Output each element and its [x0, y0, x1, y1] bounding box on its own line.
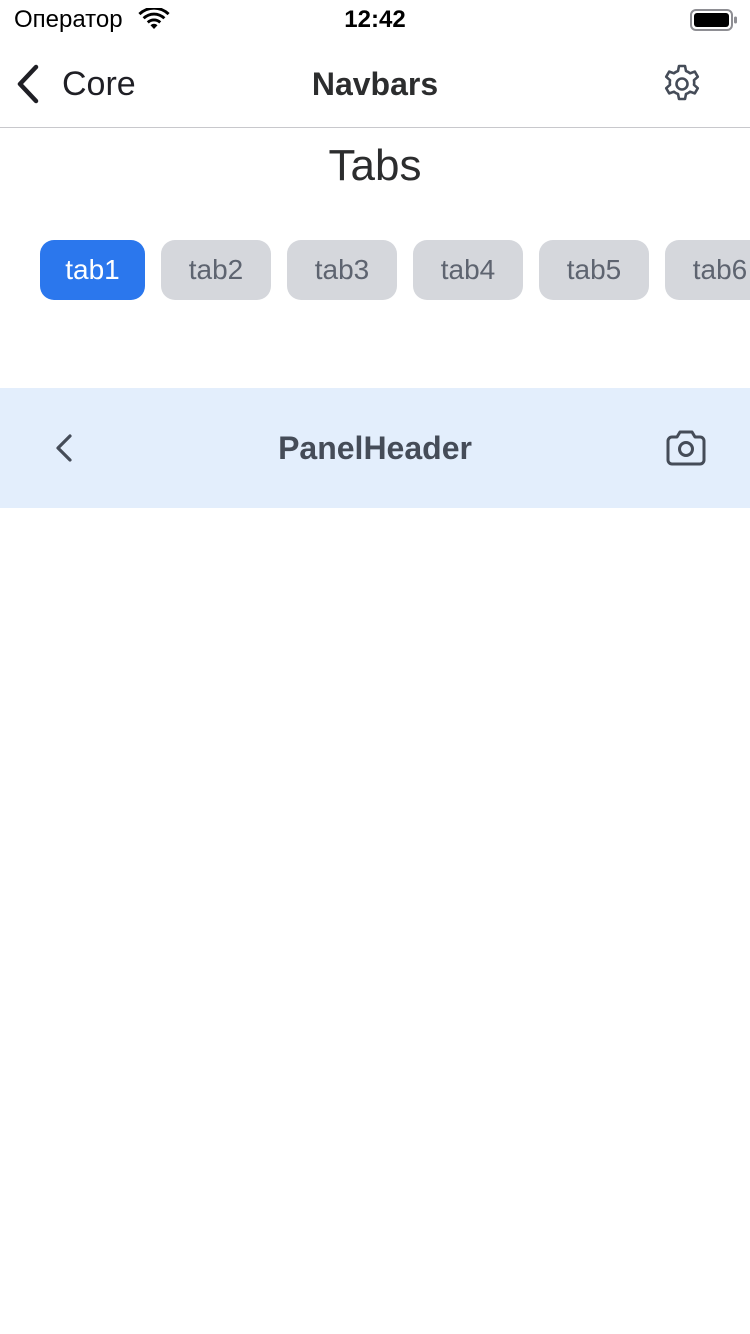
navigation-bar: Core Navbars — [0, 40, 750, 128]
status-bar: Оператор 12:42 — [0, 0, 750, 40]
tabs-row: tab1 tab2 tab3 tab4 tab5 tab6 — [40, 240, 750, 300]
panel-header: PanelHeader — [0, 388, 750, 508]
tab-2[interactable]: tab2 — [161, 240, 271, 300]
panel-header-title: PanelHeader — [278, 430, 472, 466]
tab-5[interactable]: tab5 — [539, 240, 649, 300]
section-title: Tabs — [328, 141, 422, 190]
camera-icon[interactable] — [664, 428, 708, 468]
status-time: 12:42 — [344, 6, 406, 33]
tab-1[interactable]: tab1 — [40, 240, 145, 300]
gear-icon[interactable] — [660, 62, 704, 106]
tab-4[interactable]: tab4 — [413, 240, 523, 300]
battery-icon — [690, 9, 737, 31]
page-title: Navbars — [311, 66, 439, 102]
tab-3[interactable]: tab3 — [287, 240, 397, 300]
tab-6[interactable]: tab6 — [665, 240, 750, 300]
